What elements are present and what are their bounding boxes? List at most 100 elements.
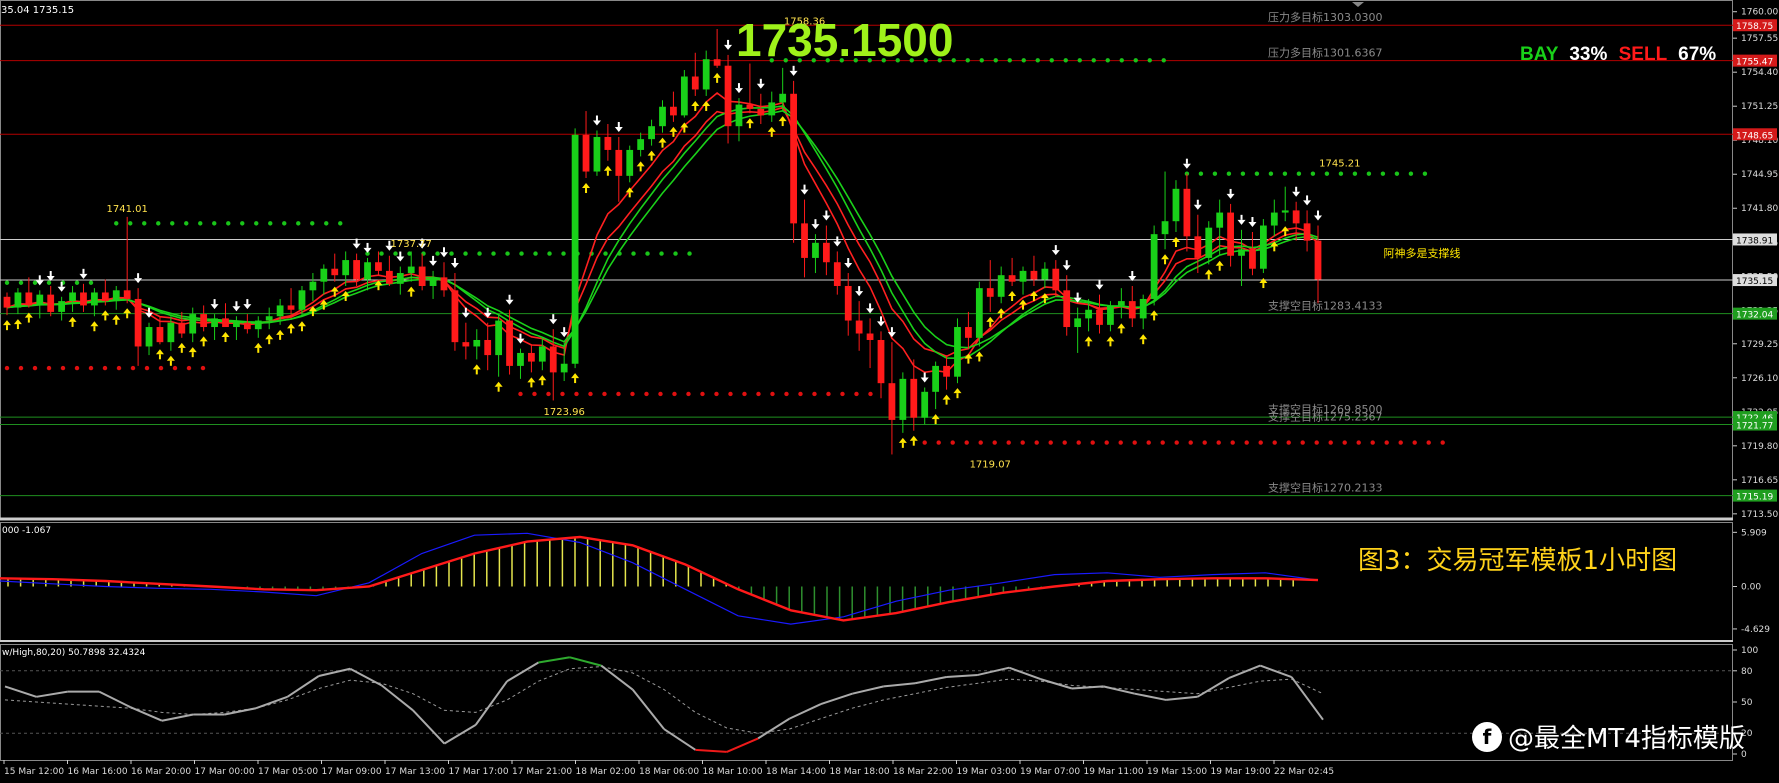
- candle-body: [298, 290, 306, 310]
- support-dot: [1105, 58, 1110, 63]
- candle-body: [855, 320, 863, 334]
- target-level-label: 压力多目标1301.6367: [1268, 46, 1383, 60]
- resistance-dot: [1412, 440, 1417, 445]
- price-annotation: 1719.07: [970, 460, 1011, 471]
- candle-body: [801, 223, 808, 258]
- candle-body: [473, 339, 481, 347]
- support-dot: [1240, 171, 1246, 176]
- resistance-dot: [1048, 440, 1053, 445]
- price-tag-label: 1748.65: [1736, 131, 1773, 141]
- support-dot: [324, 221, 329, 226]
- resistance-dot: [1440, 440, 1445, 445]
- resistance-dot: [1020, 440, 1025, 445]
- y-tick-label: 1754.40: [1741, 68, 1778, 78]
- support-dot: [226, 221, 231, 226]
- target-level-label: 支撑空目标1275.2367: [1268, 410, 1383, 424]
- support-dot: [1324, 171, 1330, 176]
- resistance-dot: [518, 391, 523, 397]
- candle-body: [484, 339, 492, 356]
- resistance-dot: [1202, 440, 1207, 445]
- candle-body: [954, 327, 961, 377]
- candle-body: [243, 322, 251, 330]
- watermark: f @最全MT4指标模版: [1472, 718, 1745, 755]
- resistance-dot: [1118, 440, 1123, 445]
- support-dot: [1119, 58, 1124, 63]
- resistance-dot: [714, 391, 719, 397]
- candle-body: [1128, 301, 1136, 319]
- y-tick-label: 1719.80: [1741, 442, 1778, 452]
- candle-body: [932, 365, 940, 392]
- support-dot: [1352, 171, 1358, 176]
- resistance-dot: [630, 391, 635, 397]
- x-tick-label: 17 Mar 05:00: [258, 767, 318, 777]
- support-dot: [1147, 58, 1152, 63]
- sell-percent: 67%: [1678, 44, 1717, 65]
- resistance-dot: [840, 391, 845, 397]
- candle-body: [429, 277, 437, 286]
- y-tick-label: 1760.00: [1741, 8, 1778, 18]
- support-dot: [296, 221, 301, 226]
- support-dot: [603, 251, 608, 256]
- symbol-info: 35.04 1735.15: [1, 5, 75, 16]
- resistance-dot: [1174, 440, 1179, 445]
- resistance-dot: [784, 391, 789, 397]
- candle-body: [440, 277, 448, 291]
- support-dot: [1198, 171, 1204, 176]
- candle-body: [899, 378, 907, 420]
- candle-body: [506, 320, 513, 366]
- support-dot: [1296, 171, 1302, 176]
- resistance-dot: [102, 365, 108, 371]
- support-dot: [1212, 171, 1218, 176]
- support-dot: [46, 280, 52, 285]
- support-dot: [114, 221, 119, 226]
- support-dot: [1338, 171, 1344, 176]
- trading-chart[interactable]: 1760.001757.551754.401751.251748.101744.…: [0, 0, 1779, 783]
- resistance-dot: [1090, 440, 1095, 445]
- price-tag-label: 1715.19: [1736, 493, 1773, 503]
- candle-body: [560, 363, 568, 373]
- support-dot: [282, 221, 287, 226]
- candle-body: [462, 342, 470, 347]
- resistance-dot: [936, 440, 941, 445]
- price-tag-label: 1721.77: [1736, 422, 1773, 432]
- resistance-dot: [950, 440, 955, 445]
- support-dot: [4, 280, 10, 285]
- resistance-dot: [964, 440, 969, 445]
- candle-body: [123, 290, 131, 299]
- y-tick-label: 100: [1741, 646, 1758, 656]
- candle-body: [1052, 268, 1060, 291]
- support-dot: [435, 251, 440, 256]
- resistance-dot: [644, 391, 649, 397]
- support-dot: [477, 251, 482, 256]
- resistance-dot: [60, 365, 66, 371]
- candle-body: [538, 346, 546, 362]
- chart-caption: 图3：交易冠军模板1小时图: [1358, 546, 1678, 576]
- support-dot: [268, 221, 273, 226]
- candle-body: [943, 365, 950, 377]
- resistance-dot: [1300, 440, 1305, 445]
- candle-body: [3, 296, 11, 308]
- overlay-label: 阿神多是支撑线: [1384, 246, 1461, 260]
- candle-body: [702, 59, 710, 90]
- support-dot: [1282, 171, 1288, 176]
- candle-body: [1292, 210, 1300, 224]
- support-dot: [1133, 58, 1138, 63]
- candle-body: [80, 292, 87, 306]
- resistance-dot: [686, 391, 691, 397]
- support-dot: [240, 221, 245, 226]
- y-tick-label: 1726.10: [1741, 374, 1778, 384]
- price-tag-label: 1758.75: [1736, 22, 1773, 32]
- support-dot: [156, 221, 161, 226]
- candle-body: [680, 76, 688, 116]
- candle-body: [254, 320, 262, 330]
- support-dot: [561, 251, 566, 256]
- support-dot: [1422, 171, 1428, 176]
- sell-label: SELL: [1618, 44, 1667, 65]
- resistance-dot: [700, 391, 705, 397]
- candle-body: [1270, 212, 1278, 226]
- candle-body: [517, 352, 524, 366]
- resistance-dot: [186, 365, 192, 371]
- candle-body: [1281, 210, 1289, 213]
- support-dot: [491, 251, 496, 256]
- candle-body: [156, 327, 164, 343]
